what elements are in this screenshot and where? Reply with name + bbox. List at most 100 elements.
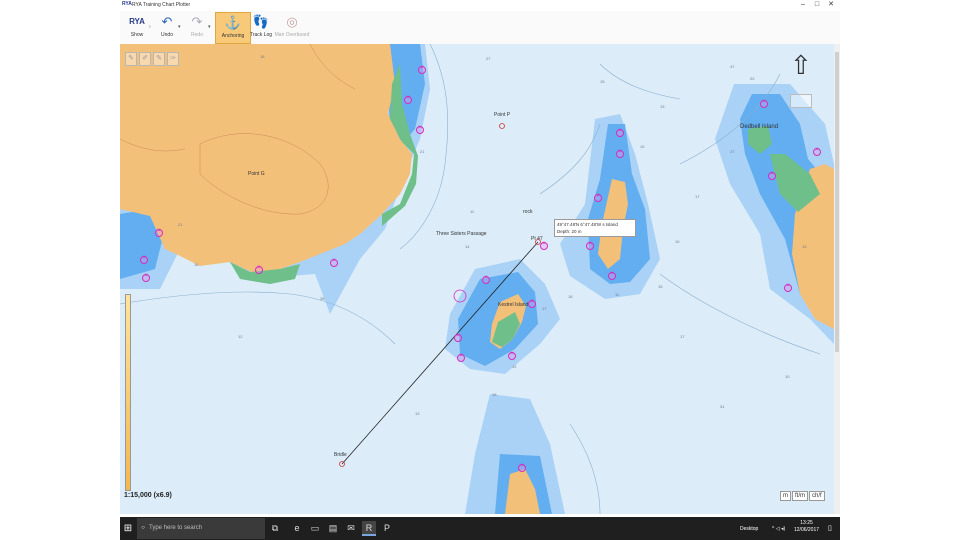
chart-scale: 1:15,000 (x6.9) — [124, 492, 172, 499]
contour-1 — [120, 291, 396, 345]
mooring-marker[interactable] — [768, 171, 776, 180]
powerpoint-icon[interactable]: P — [380, 521, 394, 536]
tray-icons[interactable]: ^ ◁ ◂) — [772, 526, 785, 532]
chart-graphics — [120, 44, 834, 514]
scrollbar-thumb[interactable] — [835, 52, 839, 352]
mooring-marker[interactable] — [784, 283, 792, 292]
depth-sounding: 11 — [615, 292, 620, 297]
depth-sounding: 47 — [730, 64, 735, 69]
rya-app-icon[interactable]: R — [362, 521, 376, 536]
depth-sounding: 13 — [660, 104, 665, 109]
mooring-marker[interactable] — [518, 463, 526, 472]
minimize-button[interactable]: – — [796, 0, 810, 11]
task-view-icon[interactable]: ⧉ — [268, 521, 282, 536]
close-button[interactable]: ✕ — [824, 0, 838, 11]
mooring-marker[interactable] — [616, 149, 624, 158]
mooring-marker[interactable] — [457, 353, 465, 362]
position-tooltip: 49°47.48'N 6°47.48'W s Island Depth: 20 … — [554, 219, 636, 237]
point-p-symbol — [499, 123, 505, 129]
mooring-marker[interactable] — [540, 241, 548, 250]
depth-sounding: 18 — [492, 392, 497, 397]
route-tool-icon[interactable]: ✎ — [153, 52, 165, 66]
vertical-scrollbar[interactable] — [834, 44, 840, 514]
pencil-tool-icon[interactable]: ✎ — [125, 52, 137, 66]
north-arrow-icon[interactable]: ⇧ — [790, 50, 812, 80]
mooring-marker[interactable] — [586, 241, 594, 250]
desktop-label[interactable]: Desktop — [740, 526, 758, 532]
depth-sounding: 27 — [486, 56, 491, 61]
depth-sounding: 27 — [730, 149, 735, 154]
edge-browser-icon[interactable]: e — [290, 521, 304, 536]
notifications-icon[interactable]: ▯ — [828, 524, 832, 532]
maximize-button[interactable]: □ — [810, 0, 824, 11]
store-icon[interactable]: ▤ — [326, 521, 340, 536]
unit-ftm-button[interactable]: ft/m — [792, 491, 808, 501]
measure-tool-icon[interactable]: ✐ — [139, 52, 151, 66]
clock[interactable]: 13:25 12/06/2017 — [794, 520, 819, 534]
man-overboard-button[interactable]: ◎ Man Overboard — [272, 12, 312, 42]
file-explorer-icon[interactable]: ▭ — [308, 521, 322, 536]
depth-sounding: 16 — [194, 262, 199, 267]
mooring-marker[interactable] — [404, 95, 412, 104]
clock-time: 13:25 — [800, 520, 813, 526]
mooring-marker[interactable] — [416, 125, 424, 134]
system-tray: Desktop ^ ◁ ◂) 13:25 12/06/2017 ▯ — [738, 517, 840, 540]
lifebuoy-icon: ◎ — [286, 14, 298, 29]
mooring-marker[interactable] — [594, 193, 602, 202]
search-placeholder: Type here to search — [149, 525, 203, 531]
passage-label: Three Sisters Passage — [436, 231, 487, 237]
contour-5 — [569, 423, 601, 514]
windows-start-icon[interactable]: ⊞ — [120, 517, 136, 540]
depth-sounding: 13 — [415, 411, 420, 416]
depth-sounding: 22 — [750, 76, 755, 81]
mooring-marker[interactable] — [255, 265, 263, 274]
app-logo: RYA — [122, 1, 132, 7]
depth-sounding: 17 — [680, 334, 685, 339]
depth-sounding: 31 — [720, 404, 725, 409]
dedbell-island-label: Dedbell Island — [740, 124, 779, 130]
app-window: RYA RYA Training Chart Plotter – □ ✕ RYA… — [120, 0, 840, 514]
window-title: RYA Training Chart Plotter — [132, 2, 191, 8]
mail-icon[interactable]: ✉ — [344, 521, 358, 536]
depth-sounding: 12 — [512, 364, 517, 369]
mooring-marker[interactable] — [155, 228, 163, 237]
depth-scale-fill — [126, 295, 130, 490]
depth-sounding: 12 — [238, 334, 243, 339]
mooring-marker[interactable] — [330, 258, 338, 267]
tooltip-suffix: s Island — [602, 222, 618, 227]
bridle-label: Bridle — [334, 452, 347, 458]
unit-m-button[interactable]: m — [780, 491, 791, 501]
show-label: Show — [130, 32, 144, 38]
mooring-marker[interactable] — [760, 99, 768, 108]
mooring-marker[interactable] — [454, 333, 462, 342]
depth-sounding: 14 — [465, 244, 470, 249]
tooltip-depth: Depth: 20 m — [557, 229, 582, 234]
taskbar-search[interactable]: ○ Type here to search — [137, 518, 265, 539]
mooring-marker[interactable] — [482, 275, 490, 284]
kestrel-island-label: Kestrel Island — [498, 302, 529, 308]
point-p-label: Point P — [494, 112, 511, 118]
depth-sounding: 16 — [260, 54, 265, 59]
mooring-marker[interactable] — [813, 147, 821, 156]
rock-label: rock — [523, 209, 533, 215]
track-log-label: Track Log — [249, 32, 273, 38]
depth-sounding: 15 — [600, 79, 605, 84]
mooring-marker[interactable] — [418, 65, 426, 74]
chart-map[interactable]: Point P Three Sisters Passage Kestrel Is… — [120, 44, 834, 514]
mooring-marker[interactable] — [142, 273, 150, 282]
mooring-marker[interactable] — [140, 255, 148, 264]
depth-sounding: 35 — [320, 296, 325, 301]
redo-dropdown-icon[interactable]: ▾ — [208, 24, 211, 30]
zoom-control[interactable] — [790, 94, 812, 108]
mooring-marker[interactable] — [608, 271, 616, 280]
anchoring-label: Anchoring — [221, 33, 245, 39]
unit-chf-button[interactable]: ch/f — [809, 491, 825, 501]
depth-sounding: 21 — [420, 149, 425, 154]
mooring-marker[interactable] — [616, 128, 624, 137]
taskbar: ⊞ ○ Type here to search ⧉ e ▭ ▤ ✉ R P Des… — [120, 517, 840, 540]
mooring-marker[interactable] — [508, 351, 516, 360]
mark-tool-icon[interactable]: ✑ — [167, 52, 179, 66]
units-toggle: m ft/m ch/f — [780, 491, 826, 501]
depth-sounding: 10 — [785, 374, 790, 379]
mooring-marker[interactable] — [528, 299, 536, 308]
